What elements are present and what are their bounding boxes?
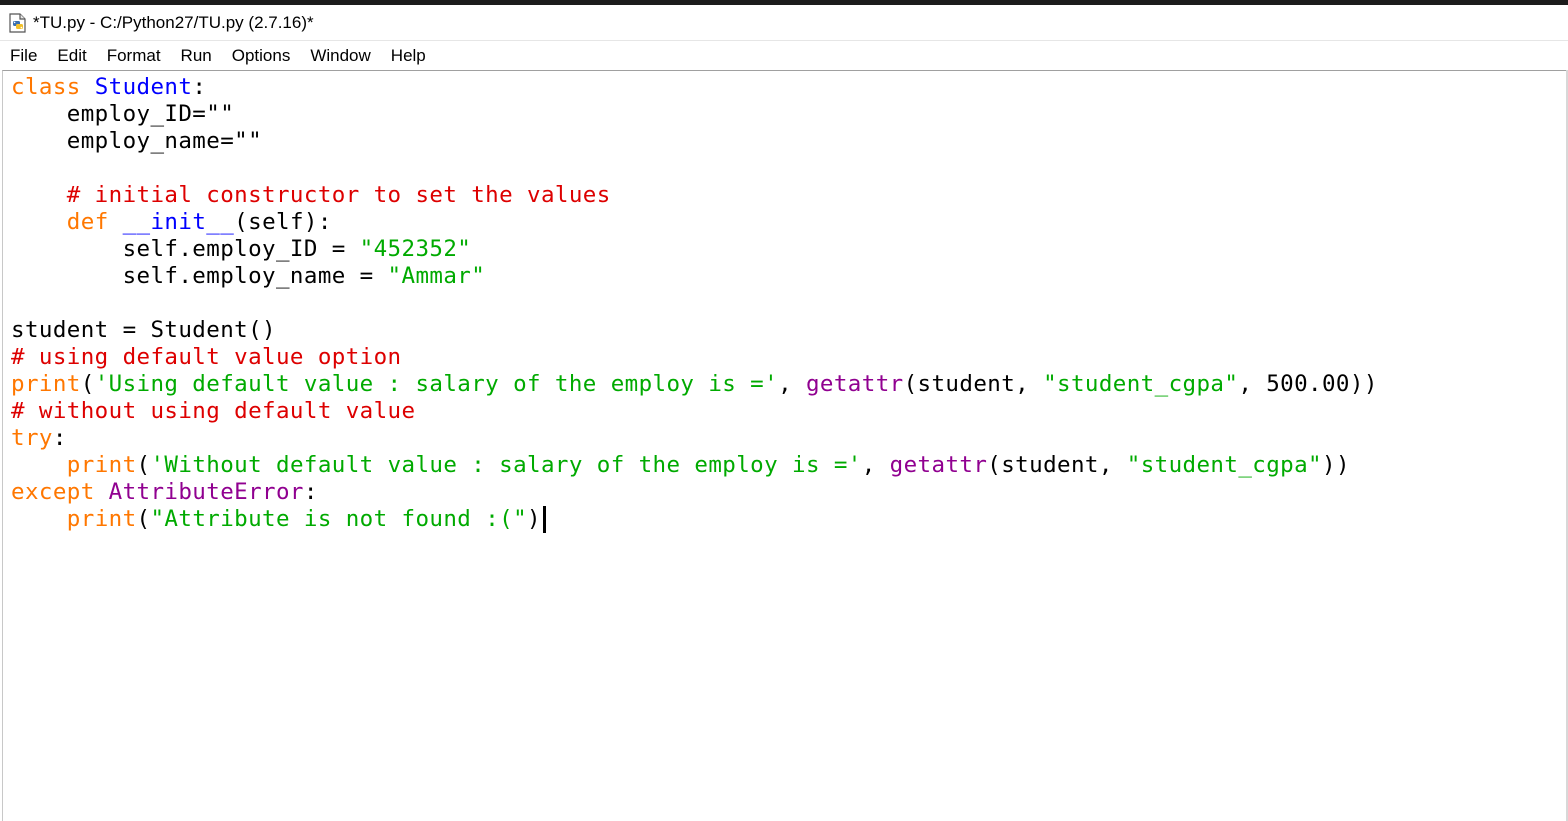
menu-format[interactable]: Format [97,41,171,70]
code-token: getattr [805,371,904,397]
code-token: , [778,371,806,397]
code-token: , 500.00)) [1238,371,1378,397]
code-token: student = Student() [11,317,276,343]
code-line: self.employ_ID = "452352" [11,236,471,262]
code-token: # without using default value [11,398,416,424]
code-token: , [861,452,890,478]
code-token: print [11,371,81,397]
code-line: student = Student() [11,317,276,343]
code-token: : [52,425,67,451]
code-editor[interactable]: class Student: employ_ID="" employ_name=… [2,70,1566,821]
code-token: try [11,425,53,451]
window-title: *TU.py - C:/Python27/TU.py (2.7.16)* [33,12,314,32]
menu-bar: File Edit Format Run Options Window Help [0,40,1568,70]
code-token: ( [80,371,95,397]
code-line: self.employ_name = "Ammar" [11,263,485,289]
code-token: employ_name="" [11,128,263,154]
code-token: # using default value option [11,344,402,370]
code-token: : [192,74,207,100]
title-bar[interactable]: *TU.py - C:/Python27/TU.py (2.7.16)* [0,5,1568,40]
code-line: try: [11,425,67,451]
code-token: 'Using default value : salary of the emp… [94,371,779,397]
menu-run[interactable]: Run [171,41,222,70]
code-line: employ_ID="" [11,101,234,127]
code-token: AttributeError [108,479,304,505]
code-token: ) [527,506,541,532]
code-token: class [11,74,95,100]
code-token: ( [136,452,151,478]
code-token: "452352" [359,236,472,262]
code-token: __init__ [122,209,235,235]
code-token: getattr [889,452,988,478]
code-token: employ_ID="" [11,101,235,127]
code-line: print('Without default value : salary of… [11,452,1350,478]
code-token: (student, [903,371,1044,397]
code-token: self.employ_name = [11,263,388,289]
code-token: (self): [234,209,332,235]
code-token: # initial constructor to set the values [11,182,611,208]
code-token: print [66,506,137,532]
python-file-icon [7,12,29,34]
code-token: ( [136,506,151,532]
menu-window[interactable]: Window [300,41,380,70]
code-token: : [303,479,318,505]
menu-options[interactable]: Options [222,41,301,70]
code-line: print("Attribute is not found :(") [11,506,546,533]
code-token: def [66,209,123,235]
code-token: except [11,479,109,505]
code-token: Student [94,74,193,100]
code-line: employ_name="" [11,128,262,154]
text-cursor [542,506,546,533]
menu-file[interactable]: File [0,41,47,70]
code-token: print [66,452,137,478]
code-token: (student, [987,452,1127,478]
code-token: )) [1322,452,1350,478]
code-line: # initial constructor to set the values [11,182,611,208]
code-line: # using default value option [11,344,402,370]
code-line: def __init__(self): [11,209,332,235]
code-token: "Attribute is not found :(" [150,506,528,532]
menu-help[interactable]: Help [381,41,436,70]
menu-edit[interactable]: Edit [47,41,96,70]
code-line: except AttributeError: [11,479,318,505]
code-line: print('Using default value : salary of t… [11,371,1378,397]
code-token: 'Without default value : salary of the e… [150,452,862,478]
code-token: "student_cgpa" [1126,452,1322,478]
code-text[interactable]: class Student: employ_ID="" employ_name=… [11,74,1378,533]
code-token: "student_cgpa" [1043,371,1239,397]
code-line: class Student: [11,74,206,100]
code-token: self.employ_ID = [11,236,360,262]
code-token: "Ammar" [387,263,486,289]
code-line: # without using default value [11,398,415,424]
